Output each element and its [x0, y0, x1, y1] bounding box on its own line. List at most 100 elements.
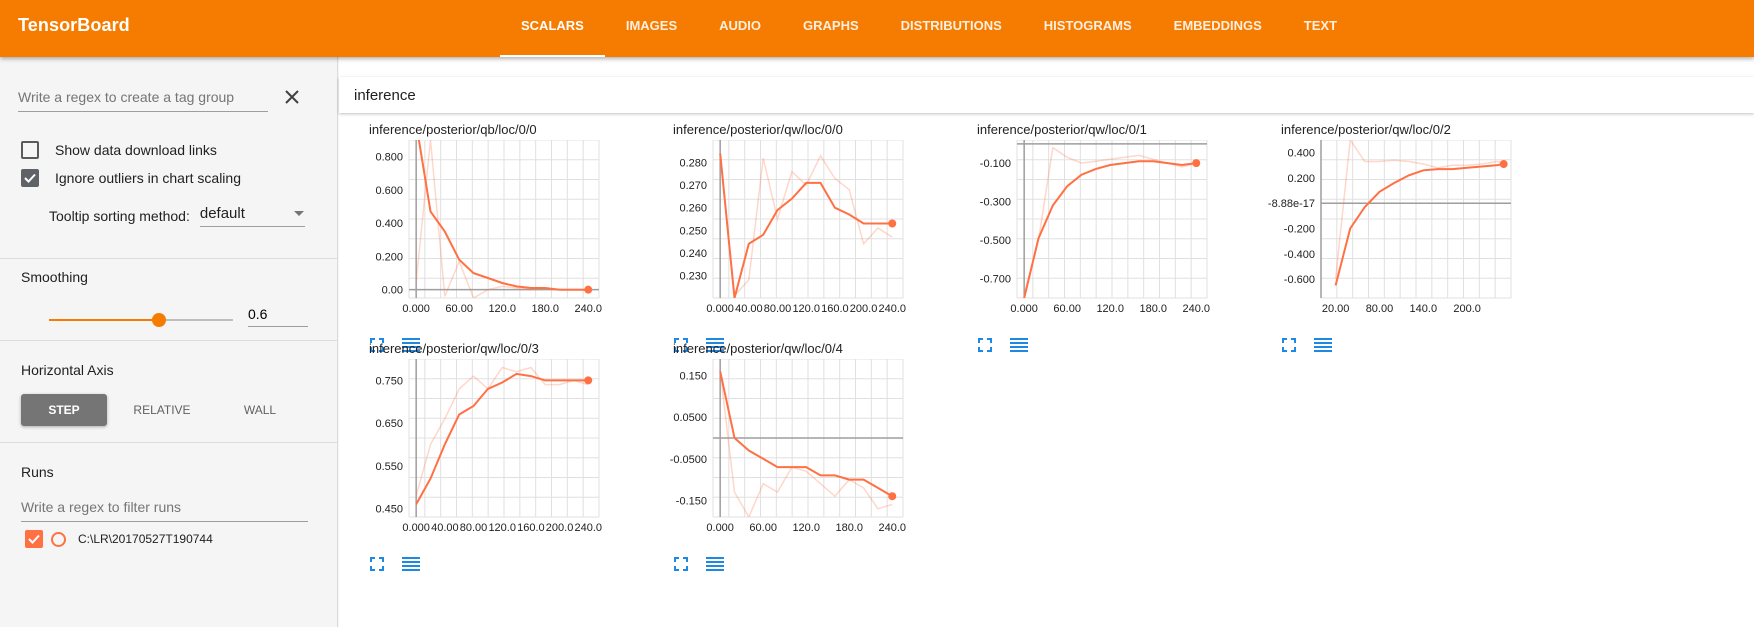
y-tick-label: 0.240 [679, 248, 707, 260]
x-tick-label: 0.000 [706, 522, 734, 534]
horizontal-axis-toggle: STEP RELATIVE WALL [21, 394, 315, 426]
y-tick-label: -0.600 [1284, 274, 1315, 286]
y-tick-label: -0.700 [980, 274, 1011, 286]
scalar-chart-card: inference/posterior/qw/loc/0/0 0.000 40.00… [643, 122, 963, 352]
tab-scalars[interactable]: SCALARS [500, 0, 605, 57]
y-tick-label: -0.500 [980, 235, 1011, 247]
x-tick-label: 200.0 [546, 522, 574, 534]
line-chart[interactable]: 0.000 60.00 120.0 180.0 240.0 0.150 0.0500 -0.0… [643, 359, 933, 549]
y-tick-label: -0.300 [980, 197, 1011, 209]
series-group [1023, 146, 1197, 298]
x-tick-label: 120.0 [792, 303, 820, 315]
chevron-down-icon [293, 210, 304, 216]
toggle-log-scale-icon[interactable] [402, 555, 420, 573]
expand-icon[interactable] [672, 555, 690, 573]
chart-title: inference/posterior/qw/loc/0/2 [1281, 122, 1451, 137]
show-download-links-label: Show data download links [55, 142, 217, 158]
run-name: C:\LR\20170527T190744 [78, 532, 213, 546]
x-tick-label: 0.000 [402, 303, 430, 315]
expand-icon[interactable] [1280, 336, 1298, 354]
line-chart[interactable]: 20.00 80.00 140.0 200.0 0.400 0.200 -8.88e-17 -… [1251, 140, 1541, 330]
divider [0, 442, 337, 443]
tab-histograms[interactable]: HISTOGRAMS [1023, 0, 1153, 57]
last-point-marker [584, 376, 593, 385]
line-chart[interactable]: 0.000 60.00 120.0 180.0 240.0 -0.100 -0.300 -0.… [947, 140, 1237, 330]
run-color-picker[interactable] [51, 531, 66, 547]
run-checkbox[interactable] [25, 530, 43, 548]
x-tick-label: 0.000 [706, 303, 734, 315]
runs-filter-input[interactable] [21, 497, 308, 522]
smoothed-series-line [719, 153, 893, 298]
y-tick-label: 0.270 [679, 180, 707, 192]
scalar-chart-card: inference/posterior/qw/loc/0/1 0.000 60.00… [947, 122, 1267, 352]
show-download-links-checkbox[interactable]: Show data download links [21, 141, 217, 159]
raw-series-line [1023, 146, 1197, 295]
y-tick-label: 0.400 [375, 218, 403, 230]
line-chart[interactable]: 0.000 60.00 120.0 180.0 240.0 0.00 0.200 0.400 0… [339, 140, 629, 330]
x-tick-label: 240.0 [1182, 303, 1210, 315]
smoothing-value-input[interactable] [248, 303, 308, 327]
toggle-log-scale-icon[interactable] [1314, 336, 1332, 354]
slider-track-filled [49, 319, 159, 321]
dashboard-tabs: SCALARS IMAGES AUDIO GRAPHS DISTRIBUTION… [500, 0, 1358, 57]
grid [408, 359, 600, 518]
toggle-log-scale-icon[interactable] [1010, 336, 1028, 354]
tab-graphs[interactable]: GRAPHS [782, 0, 880, 57]
chart-actions [976, 336, 1044, 354]
x-tick-label: 40.00 [735, 303, 763, 315]
checkbox-unchecked-icon [21, 141, 39, 159]
line-chart[interactable]: 0.000 40.00 80.00 120.0 160.0 200.0 240.0 0.750… [339, 359, 629, 549]
y-tick-label: 0.600 [375, 185, 403, 197]
tab-distributions[interactable]: DISTRIBUTIONS [880, 0, 1023, 57]
y-tick-label: 0.550 [375, 461, 403, 473]
x-tick-label: 120.0 [1096, 303, 1124, 315]
tab-audio[interactable]: AUDIO [698, 0, 782, 57]
y-tick-label: 0.230 [679, 270, 707, 282]
tab-images[interactable]: IMAGES [605, 0, 698, 57]
tooltip-sorting-row: Tooltip sorting method: default [49, 205, 305, 227]
tooltip-sorting-dropdown[interactable]: default [199, 205, 305, 227]
chart-actions [368, 555, 436, 573]
expand-icon[interactable] [368, 555, 386, 573]
smoothing-title: Smoothing [21, 269, 88, 285]
close-icon[interactable] [282, 87, 302, 107]
x-tick-label: 160.0 [821, 303, 849, 315]
axis-wall-button[interactable]: WALL [217, 394, 303, 426]
x-tick-label: 120.0 [488, 303, 516, 315]
series-group [1334, 140, 1504, 286]
expand-icon[interactable] [976, 336, 994, 354]
x-tick-label: 180.0 [531, 303, 559, 315]
series-group [719, 371, 893, 517]
last-point-marker [1192, 159, 1201, 168]
x-tick-label: 200.0 [1453, 303, 1481, 315]
category-header[interactable]: inference [339, 77, 1754, 113]
chart-title: inference/posterior/qb/loc/0/0 [369, 122, 537, 137]
line-chart[interactable]: 0.000 40.00 80.00 120.0 160.0 200.0 240.0 0.230… [643, 140, 933, 330]
x-tick-label: 120.0 [488, 522, 516, 534]
tab-text[interactable]: TEXT [1283, 0, 1358, 57]
smoothing-slider[interactable] [49, 310, 233, 330]
y-tick-label: 0.400 [1287, 148, 1315, 160]
run-item: C:\LR\20170527T190744 [25, 530, 213, 548]
scalar-chart-card: inference/posterior/qw/loc/0/3 0.000 40.00… [339, 341, 659, 571]
x-tick-label: 140.0 [1410, 303, 1438, 315]
y-tick-label: 0.450 [375, 503, 403, 515]
chart-actions [672, 555, 740, 573]
series-group [415, 366, 589, 505]
raw-series-line [719, 371, 893, 517]
y-tick-label: 0.200 [375, 251, 403, 263]
tooltip-sorting-value: default [199, 205, 245, 222]
toggle-log-scale-icon[interactable] [706, 555, 724, 573]
ignore-outliers-checkbox[interactable]: Ignore outliers in chart scaling [21, 169, 241, 187]
slider-knob[interactable] [152, 313, 166, 327]
axis-relative-button[interactable]: RELATIVE [119, 394, 205, 426]
tag-group-regex-input[interactable] [18, 87, 268, 112]
y-tick-label: 0.200 [1287, 173, 1315, 185]
x-tick-label: 120.0 [792, 522, 820, 534]
axis-step-button[interactable]: STEP [21, 394, 107, 426]
chart-title: inference/posterior/qw/loc/0/4 [673, 341, 843, 356]
tab-embeddings[interactable]: EMBEDDINGS [1153, 0, 1283, 57]
app-title: TensorBoard [18, 15, 130, 35]
runs-title: Runs [21, 464, 54, 480]
last-point-marker [888, 492, 897, 501]
